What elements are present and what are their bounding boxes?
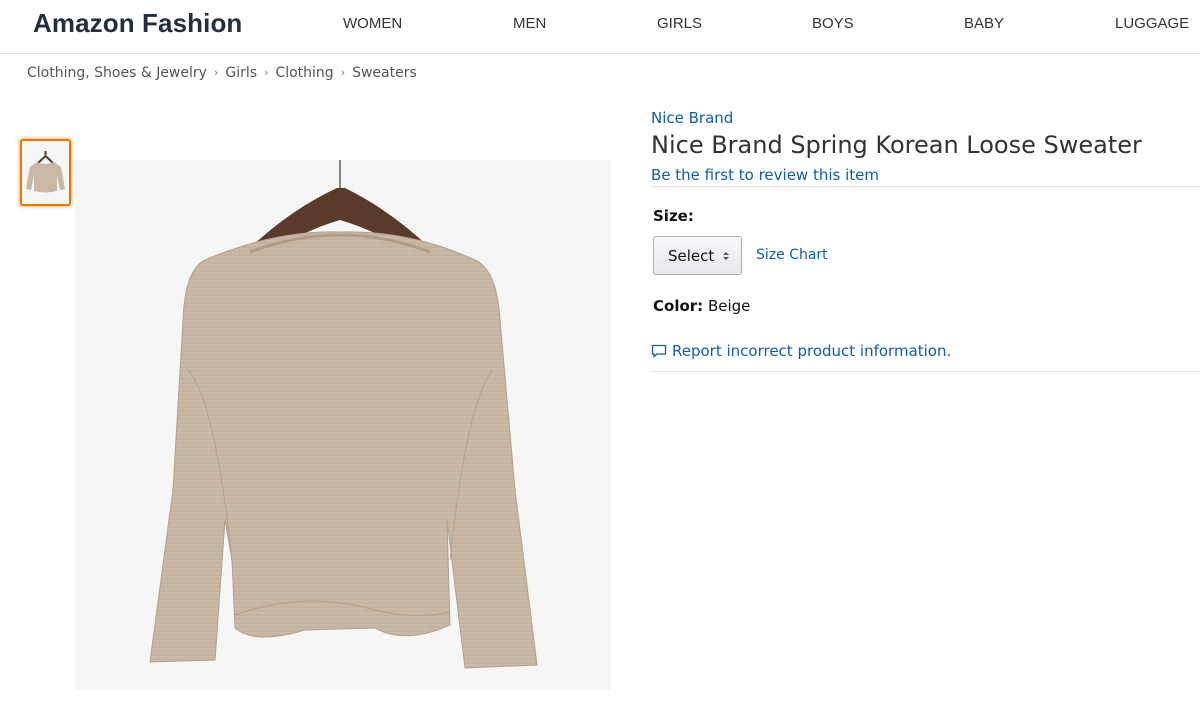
up-down-arrows-icon	[723, 252, 729, 260]
breadcrumb-sweaters[interactable]: Sweaters	[352, 65, 417, 81]
breadcrumb-separator-icon: ›	[213, 65, 219, 79]
review-link[interactable]: Be the first to review this item	[651, 166, 879, 184]
speech-bubble-icon	[651, 344, 667, 358]
color-label: Color:	[653, 297, 704, 315]
color-selection: Color: Beige	[653, 297, 750, 315]
product-thumbnail[interactable]	[20, 139, 71, 206]
nav-men[interactable]: MEN	[513, 15, 546, 32]
beige-sweater-image	[75, 160, 611, 690]
report-link-text: Report incorrect product information.	[672, 342, 952, 360]
divider	[651, 186, 1200, 187]
size-select-dropdown[interactable]: Select	[653, 236, 742, 275]
breadcrumb-separator-icon: ›	[264, 65, 269, 79]
brand-link[interactable]: Nice Brand	[651, 109, 733, 127]
top-navigation-bar: Amazon Fashion WOMEN MEN GIRLS BOYS BABY…	[0, 0, 1200, 54]
divider	[651, 371, 1200, 372]
breadcrumb: Clothing, Shoes & Jewelry › Girls › Clot…	[27, 65, 417, 81]
size-chart-link[interactable]: Size Chart	[756, 247, 828, 263]
breadcrumb-girls[interactable]: Girls	[225, 65, 257, 81]
breadcrumb-clothing[interactable]: Clothing	[275, 65, 333, 81]
report-incorrect-info-link[interactable]: Report incorrect product information.	[651, 342, 951, 360]
breadcrumb-separator-icon: ›	[340, 65, 346, 79]
size-label: Size:	[653, 207, 694, 225]
sweater-thumbnail-image	[22, 141, 69, 204]
amazon-fashion-logo[interactable]: Amazon Fashion	[33, 8, 242, 39]
size-select-value: Select	[668, 246, 715, 265]
main-product-image[interactable]	[75, 160, 611, 690]
nav-baby[interactable]: BABY	[964, 15, 1004, 32]
color-value: Beige	[707, 297, 751, 315]
nav-boys[interactable]: BOYS	[812, 15, 854, 32]
nav-luggage[interactable]: LUGGAGE	[1115, 15, 1189, 32]
breadcrumb-clothing-shoes-jewelry[interactable]: Clothing, Shoes & Jewelry	[27, 65, 207, 81]
product-title: Nice Brand Spring Korean Loose Sweater	[651, 131, 1142, 159]
nav-girls[interactable]: GIRLS	[657, 15, 702, 32]
nav-women[interactable]: WOMEN	[343, 15, 402, 32]
